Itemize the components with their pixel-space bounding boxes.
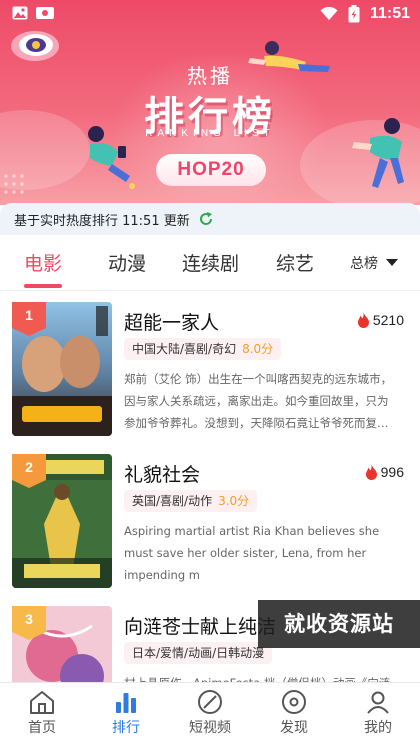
hop20-pill: HOP20	[156, 154, 266, 186]
discover-icon	[282, 690, 306, 714]
active-tab-indicator	[24, 284, 62, 288]
update-bar: 基于实时热度排行 11:51 更新	[0, 203, 420, 235]
rating-score: 3.0分	[218, 494, 250, 508]
watermark-overlay: 就收资源站	[258, 600, 420, 648]
notification-app-icon	[36, 7, 54, 19]
movie-title[interactable]: 向涟苍士献上纯洁	[124, 612, 276, 639]
rank-number: 2	[25, 459, 33, 475]
rank-number: 1	[25, 307, 33, 323]
profile-icon	[367, 691, 389, 714]
tab-tv-series[interactable]: 连续剧	[182, 249, 239, 276]
genre-tag: 日本/爱情/动画/日韩动漫	[124, 642, 273, 664]
home-icon	[30, 691, 54, 714]
movie-description: Aspiring martial artist Ria Khan believe…	[124, 524, 380, 582]
flame-icon	[365, 464, 377, 480]
movie-description: 郑前（艾伦 饰）出生在一个叫喀西契克的远东城市，因与家人关系疏远，离家出走。如今…	[124, 372, 393, 430]
wifi-icon	[320, 7, 338, 20]
nav-label: 我的	[364, 720, 392, 736]
nav-label: 短视频	[189, 720, 231, 736]
list-item[interactable]: 1 超能一家人 5210 中国大陆/喜剧/奇幻 8.0分 郑前（艾伦 饰）出生在一…	[0, 292, 420, 442]
dot-grid-decoration	[4, 174, 24, 194]
genre-tag: 英国/喜剧/动作 3.0分	[124, 490, 258, 512]
tab-variety[interactable]: 综艺	[276, 249, 314, 276]
short-video-icon	[198, 690, 222, 714]
tab-anime[interactable]: 动漫	[108, 249, 146, 276]
caret-down-icon	[386, 259, 398, 266]
banner-english-title: RANKING LIST	[145, 128, 275, 139]
flame-icon	[357, 312, 369, 328]
movie-title[interactable]: 超能一家人	[124, 308, 219, 335]
rating-score: 8.0分	[242, 342, 274, 356]
genre-text: 英国/喜剧/动作	[132, 494, 213, 508]
rank-badge: 1	[12, 302, 46, 336]
nav-item-ranking[interactable]: 排行	[96, 689, 156, 737]
refresh-icon[interactable]	[198, 211, 214, 227]
movie-title[interactable]: 礼貌社会	[124, 460, 200, 487]
list-item[interactable]: 2 礼貌社会 996 英国/喜剧/动作 3.0分 Aspiring martial…	[0, 444, 420, 594]
gallery-icon	[12, 6, 28, 20]
category-tabs: 电影 动漫 连续剧 综艺 总榜	[0, 235, 420, 291]
battery-icon	[348, 5, 360, 23]
rank-number: 3	[25, 611, 33, 627]
ranking-banner: 11:51 热播 排行榜 RANKING LIST HOP20	[0, 0, 420, 205]
nav-item-discover[interactable]: 发现	[264, 689, 324, 737]
heat-score: 996	[365, 464, 404, 480]
heat-value: 996	[380, 464, 404, 480]
ranking-dropdown-label: 总榜	[350, 256, 378, 272]
nav-label: 首页	[28, 720, 56, 736]
genre-tag: 中国大陆/喜剧/奇幻 8.0分	[124, 338, 282, 360]
bottom-navigation: 首页 排行 短视频 发现 我的	[0, 682, 420, 746]
nav-label: 发现	[280, 720, 308, 736]
rank-badge: 2	[12, 454, 46, 488]
ranking-dropdown[interactable]: 总榜	[350, 253, 398, 273]
nav-item-short-video[interactable]: 短视频	[180, 689, 240, 737]
ranking-icon	[116, 693, 136, 713]
heat-value: 5210	[372, 312, 404, 328]
nav-item-home[interactable]: 首页	[12, 689, 72, 737]
tab-movie[interactable]: 电影	[24, 249, 62, 276]
status-bar: 11:51	[0, 0, 420, 30]
rank-badge: 3	[12, 606, 46, 640]
movie-description: 村上晶原作、AnimeFesta 档（僧侣档）动画《向涟	[124, 672, 396, 682]
status-time: 11:51	[369, 5, 410, 22]
genre-text: 中国大陆/喜剧/奇幻	[132, 342, 237, 356]
nav-label: 排行	[112, 720, 140, 736]
genre-text: 日本/爱情/动画/日韩动漫	[132, 646, 265, 660]
heat-score: 5210	[357, 312, 404, 328]
update-text: 基于实时热度排行 11:51 更新	[14, 213, 190, 229]
nav-item-profile[interactable]: 我的	[348, 689, 408, 737]
